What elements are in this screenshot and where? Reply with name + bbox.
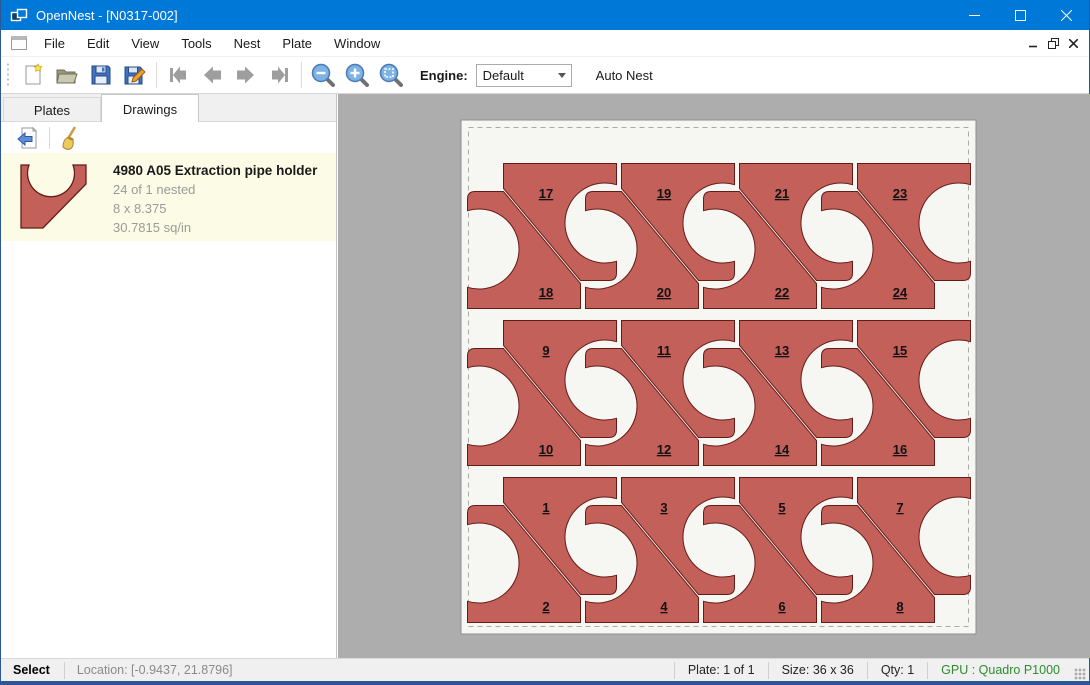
part-number-label: 7: [896, 500, 903, 515]
part-number-label: 20: [657, 285, 671, 300]
part-number-label: 10: [539, 442, 553, 457]
mdi-close-button[interactable]: [1063, 34, 1083, 52]
panel-toolbar-separator: [49, 127, 50, 149]
status-location: Location: [-0.9437, 21.8796]: [65, 663, 245, 677]
panel-tabs: Plates Drawings: [1, 94, 336, 122]
main-toolbar: Engine: Default Auto Nest: [1, 57, 1089, 94]
engine-select[interactable]: Default: [476, 64, 572, 87]
drawing-area: 30.7815 sq/in: [113, 220, 317, 235]
status-mode: Select: [1, 663, 64, 677]
drawing-list-item[interactable]: 4980 A05 Extraction pipe holder 24 of 1 …: [1, 153, 336, 241]
menu-file[interactable]: File: [33, 31, 76, 56]
new-document-button[interactable]: [16, 60, 50, 90]
menu-window[interactable]: Window: [323, 31, 391, 56]
part-number-label: 11: [657, 343, 671, 358]
part-number-label: 4: [660, 599, 668, 614]
open-folder-button[interactable]: [50, 60, 84, 90]
resize-grip[interactable]: [1074, 668, 1086, 680]
engine-value: Default: [483, 68, 524, 83]
part-number-label: 13: [775, 343, 789, 358]
auto-nest-button[interactable]: Auto Nest: [588, 63, 661, 88]
menu-edit[interactable]: Edit: [76, 31, 120, 56]
chevron-down-icon: [558, 73, 566, 78]
part-number-label: 12: [657, 442, 671, 457]
mdi-document-icon[interactable]: [11, 36, 27, 50]
status-size: Size: 36 x 36: [769, 663, 867, 677]
minimize-button[interactable]: [951, 0, 997, 30]
menu-view[interactable]: View: [120, 31, 170, 56]
clean-drawings-button[interactable]: [56, 125, 86, 151]
close-button[interactable]: [1043, 0, 1089, 30]
status-plate: Plate: 1 of 1: [675, 663, 768, 677]
part-number-label: 16: [893, 442, 907, 457]
engine-label: Engine:: [420, 68, 468, 83]
nav-last-button[interactable]: [263, 60, 297, 90]
mdi-minimize-button[interactable]: [1023, 34, 1043, 52]
part-number-label: 1: [542, 500, 549, 515]
part-number-label: 23: [893, 186, 907, 201]
nav-first-button[interactable]: [161, 60, 195, 90]
save-as-button[interactable]: [118, 60, 152, 90]
app-icon: [10, 7, 28, 23]
status-bar: Select Location: [-0.9437, 21.8796] Plat…: [1, 658, 1089, 681]
toolbar-grip[interactable]: [6, 62, 10, 88]
zoom-out-button[interactable]: [306, 60, 340, 90]
part-number-label: 18: [539, 285, 553, 300]
nav-next-button[interactable]: [229, 60, 263, 90]
part-number-label: 17: [539, 186, 553, 201]
part-number-label: 2: [542, 599, 549, 614]
part-number-label: 6: [778, 599, 785, 614]
toolbar-separator: [156, 62, 157, 88]
title-bar: OpenNest - [N0317-002]: [1, 0, 1089, 30]
mdi-restore-button[interactable]: [1043, 34, 1063, 52]
status-gpu: GPU : Quadro P1000: [928, 663, 1074, 677]
nest-canvas[interactable]: 182022241719212310121416911131524681357: [338, 94, 1090, 658]
part-number-label: 15: [893, 343, 907, 358]
part-number-label: 8: [896, 599, 903, 614]
nav-previous-button[interactable]: [195, 60, 229, 90]
part-number-label: 3: [660, 500, 667, 515]
drawing-nested-count: 24 of 1 nested: [113, 182, 317, 197]
window-title: OpenNest - [N0317-002]: [36, 8, 951, 23]
drawing-size: 8 x 8.375: [113, 201, 317, 216]
tab-drawings[interactable]: Drawings: [101, 94, 199, 122]
left-panel: Plates Drawings 4980 A05 Extract: [1, 94, 337, 658]
zoom-fit-button[interactable]: [374, 60, 408, 90]
part-number-label: 19: [657, 186, 671, 201]
window-bottom-border: [1, 681, 1089, 685]
menu-tools[interactable]: Tools: [170, 31, 222, 56]
save-button[interactable]: [84, 60, 118, 90]
status-qty: Qty: 1: [868, 663, 927, 677]
menu-plate[interactable]: Plate: [271, 31, 323, 56]
menu-nest[interactable]: Nest: [223, 31, 272, 56]
menu-bar: File Edit View Tools Nest Plate Window: [1, 30, 1089, 57]
maximize-button[interactable]: [997, 0, 1043, 30]
part-number-label: 5: [778, 500, 785, 515]
part-number-label: 21: [775, 186, 789, 201]
panel-toolbar: [1, 122, 336, 153]
part-number-label: 24: [893, 285, 908, 300]
zoom-in-button[interactable]: [340, 60, 374, 90]
drawing-title: 4980 A05 Extraction pipe holder: [113, 161, 317, 178]
part-number-label: 14: [775, 442, 790, 457]
part-number-label: 9: [542, 343, 549, 358]
toolbar-separator: [301, 62, 302, 88]
import-drawing-button[interactable]: [13, 125, 43, 151]
part-thumbnail: [19, 163, 89, 231]
tab-plates[interactable]: Plates: [3, 97, 101, 121]
part-number-label: 22: [775, 285, 789, 300]
